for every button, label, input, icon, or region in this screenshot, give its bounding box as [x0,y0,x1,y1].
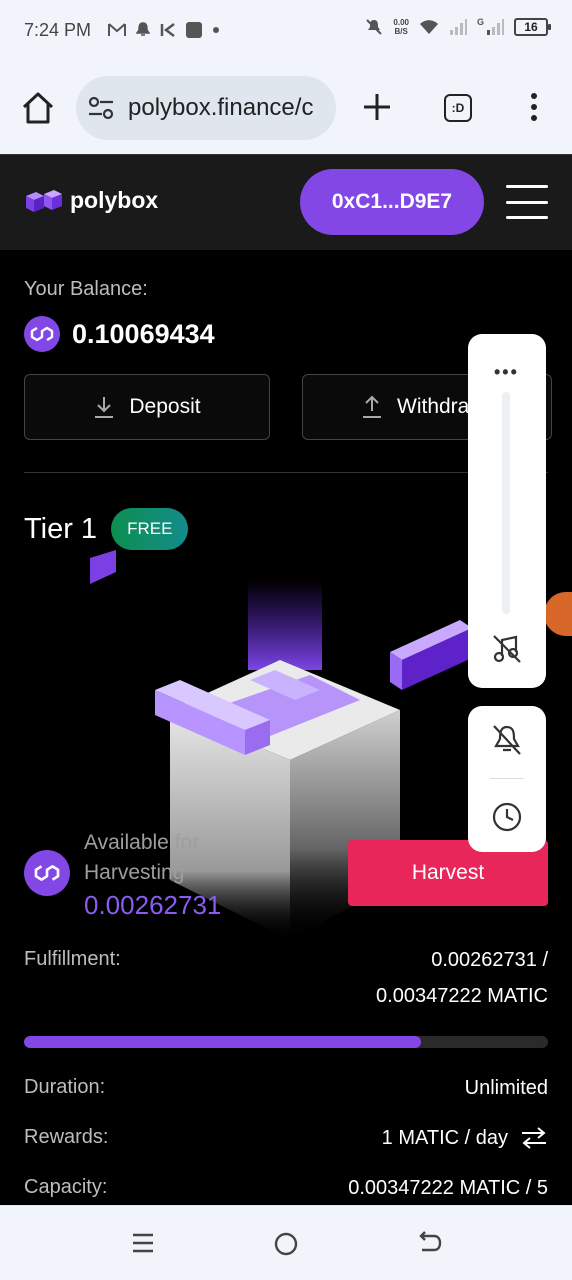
withdraw-label: Withdra [397,395,470,418]
more-vert-icon[interactable] [522,92,546,122]
balance-label: Your Balance: [24,278,148,300]
address-bar[interactable]: polybox.finance/c [76,76,336,140]
status-time: 7:24 PM [24,20,92,40]
app-k-icon [160,23,175,37]
clock-icon[interactable] [492,802,522,832]
net-speed-unit: B/S [394,27,408,36]
bell-icon [136,22,150,36]
free-badge: FREE [111,508,189,550]
matic-harvest-icon [24,850,70,896]
logo-text: polybox [70,187,159,213]
tier-title: Tier 1 [24,512,98,545]
tier-header: Tier 1 FREE [24,508,189,550]
square-app-icon [186,22,202,38]
signal-icon [449,19,467,35]
new-tab-icon[interactable] [362,92,392,122]
fulfillment-progress-bar [24,1036,548,1048]
progress-fill [24,1036,421,1048]
site-settings-icon[interactable] [88,96,114,120]
polybox-logo[interactable]: polybox [24,187,158,214]
system-icons: 0.00 B/S G 16 [365,17,551,36]
wifi-icon [419,20,438,34]
duration-value: Unlimited [464,1077,548,1099]
music-off-icon[interactable] [492,634,522,664]
swap-icon[interactable] [520,1127,548,1149]
fulfillment-current: 0.00262731 / [431,949,548,971]
balance-row: 0.10069434 [24,316,215,352]
rewards-label: Rewards: [24,1126,109,1148]
system-nav-bar [0,1205,572,1280]
wallet-address-button[interactable]: 0xC1...D9E7 [300,169,484,235]
polybox-logo-icon [26,189,62,212]
fulfillment-value: 0.00262731 / 0.00347222 MATIC [376,942,548,1014]
browser-toolbar: polybox.finance/c :D [0,64,572,154]
matic-icon [24,316,60,352]
mute-bell-icon [366,19,383,35]
panel-slider-track[interactable] [502,392,510,614]
recent-apps-icon[interactable] [130,1230,156,1256]
status-bar: 7:24 PM 0.00 B/S G 16 [0,0,572,64]
balance-value: 0.10069434 [72,318,215,349]
capacity-value: 0.00347222 MATIC / 5 [348,1177,548,1199]
battery-icon: 16 [514,18,551,36]
signal-icon-2 [487,19,504,35]
rewards-value: 1 MATIC / day [381,1127,508,1149]
floating-tool-panel: ••• [468,334,546,688]
battery-level: 16 [524,20,538,34]
panel-separator [490,778,524,779]
fulfillment-total: 0.00347222 MATIC [376,985,548,1007]
dot-icon [213,27,219,33]
fulfillment-label: Fulfillment: [24,948,121,970]
deposit-label: Deposit [129,395,201,418]
floating-tool-panel-2 [468,706,546,852]
download-icon [95,397,114,418]
tab-switcher-label: :D [451,101,465,115]
gmail-icon [108,23,126,36]
capacity-label: Capacity: [24,1176,108,1198]
rewards-row: 1 MATIC / day [382,1120,548,1156]
net-speed-value: 0.00 [393,18,409,27]
more-horiz-icon[interactable]: ••• [494,362,519,383]
notifications-off-icon[interactable] [492,724,522,756]
deposit-button[interactable]: Deposit [24,374,270,440]
available-label: Available for Harvesting [84,831,200,884]
home-icon[interactable] [20,90,56,126]
site-header: polybox 0xC1...D9E7 [0,154,572,250]
home-circle-icon[interactable] [272,1230,300,1258]
back-icon[interactable] [416,1230,442,1256]
url-text: polybox.finance/c [128,94,314,121]
notification-icons [108,22,220,38]
upload-icon [363,395,381,418]
net-speed: 0.00 B/S [393,18,409,36]
tab-switcher-button[interactable]: :D [444,94,472,122]
duration-label: Duration: [24,1076,106,1098]
signal-type: G [476,17,484,27]
available-value: 0.00262731 [84,890,222,920]
hamburger-menu-icon[interactable] [506,185,548,219]
